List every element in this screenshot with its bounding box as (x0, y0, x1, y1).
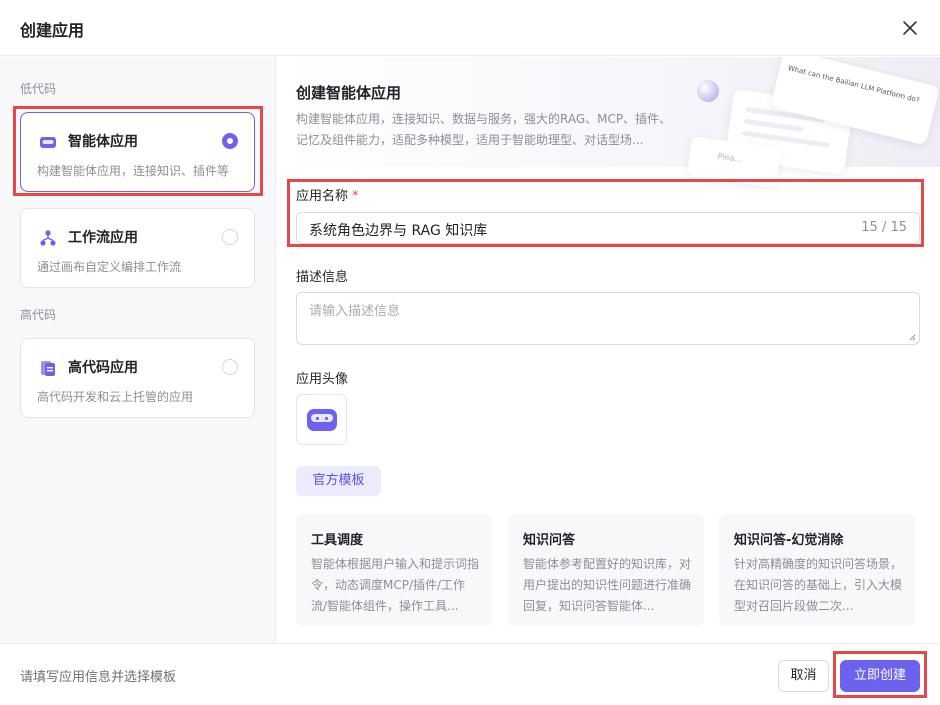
app-avatar-picker[interactable] (296, 394, 347, 445)
app-card-agent[interactable]: 智能体应用 构建智能体应用，连接知识、插件等 (20, 112, 255, 192)
app-card-title: 工作流应用 (68, 230, 138, 246)
dialog-footer: 请填写应用信息并选择模板 取消 立即创建 (0, 643, 940, 705)
decorative-question-text: What can the Bailian LLM Platform do? (787, 64, 921, 105)
banner-title: 创建智能体应用 (296, 84, 402, 102)
app-card-title: 智能体应用 (68, 134, 138, 150)
cancel-button[interactable]: 取消 (778, 660, 829, 692)
avatar-field-label: 应用头像 (296, 372, 349, 387)
app-card-desc: 通过画布自定义编排工作流 (37, 260, 182, 274)
intro-banner: 创建智能体应用 构建智能体应用，连接知识、数据与服务，强大的RAG、MCP、插件… (277, 57, 940, 189)
low-code-label: 低代码 (20, 82, 57, 96)
radio-unselected[interactable] (222, 359, 238, 375)
template-desc: 智能体参考配置好的知识库，对用户提出的知识性问题进行准确回复，知识问答智能体..… (523, 557, 692, 613)
template-card-knowledge-qa[interactable]: 知识问答 智能体参考配置好的知识库，对用户提出的知识性问题进行准确回复，知识问答… (508, 514, 704, 626)
radio-selected[interactable] (222, 133, 238, 149)
agent-icon (39, 133, 57, 151)
app-form-panel: 创建智能体应用 构建智能体应用，连接知识、数据与服务，强大的RAG、MCP、插件… (277, 57, 940, 643)
banner-desc: 构建智能体应用，连接知识、数据与服务，强大的RAG、MCP、插件、记忆及组件能力… (296, 112, 672, 147)
template-desc: 智能体根据用户输入和提示词指令，动态调度MCP/插件/工作流/智能体组件，操作工… (311, 557, 480, 613)
close-icon[interactable] (898, 16, 922, 40)
resize-grip-icon[interactable] (909, 334, 916, 341)
description-textarea[interactable]: 请输入描述信息 (296, 292, 920, 345)
name-field-label: 应用名称 * (296, 189, 359, 204)
app-name-input[interactable]: 系统角色边界与 RAG 知识库 15 / 15 (296, 212, 920, 244)
radio-unselected[interactable] (222, 229, 238, 245)
app-card-title: 高代码应用 (68, 360, 138, 376)
description-placeholder: 请输入描述信息 (309, 304, 401, 319)
create-now-button[interactable]: 立即创建 (840, 660, 920, 692)
dialog-header: 创建应用 (0, 0, 940, 56)
document-icon (39, 359, 57, 377)
required-mark: * (352, 189, 359, 204)
app-card-high-code[interactable]: 高代码应用 高代码开发和云上托管的应用 (20, 338, 255, 418)
app-type-sidebar: 低代码 智能体应用 构建智能体应用，连接知识、插件等 工作流应用 通过画布自定义… (0, 57, 276, 643)
template-title: 知识问答-幻觉消除 (734, 533, 844, 548)
template-title: 知识问答 (523, 533, 576, 548)
high-code-label: 高代码 (20, 308, 57, 322)
app-card-desc: 构建智能体应用，连接知识、插件等 (37, 164, 230, 178)
create-app-dialog: 创建应用 低代码 智能体应用 构建智能体应用，连接知识、插件等 工作流应用 通过… (0, 0, 940, 705)
char-count: 15 / 15 (861, 220, 907, 235)
decorative-orb (697, 80, 719, 102)
dialog-title: 创建应用 (20, 21, 85, 40)
footer-hint: 请填写应用信息并选择模板 (20, 670, 177, 685)
template-card-tool-dispatch[interactable]: 工具调度 智能体根据用户输入和提示词指令，动态调度MCP/插件/工作流/智能体组… (296, 514, 492, 626)
template-card-hallucination-removal[interactable]: 知识问答-幻觉消除 针对高精确度的知识问答场景，在知识问答的基础上，引入大模型对… (719, 514, 915, 626)
template-title: 工具调度 (311, 533, 364, 548)
app-card-desc: 高代码开发和云上托管的应用 (37, 390, 194, 404)
workflow-icon (39, 229, 57, 247)
template-desc: 针对高精确度的知识问答场景，在知识问答的基础上，引入大模型对召回片段做二次... (734, 557, 903, 613)
decorative-input-text: Plea... (717, 151, 743, 165)
app-card-workflow[interactable]: 工作流应用 通过画布自定义编排工作流 (20, 208, 255, 288)
agent-avatar-icon (307, 409, 337, 431)
app-name-value: 系统角色边界与 RAG 知识库 (309, 223, 488, 239)
tab-official-templates[interactable]: 官方模板 (296, 466, 381, 496)
desc-field-label: 描述信息 (296, 270, 349, 285)
